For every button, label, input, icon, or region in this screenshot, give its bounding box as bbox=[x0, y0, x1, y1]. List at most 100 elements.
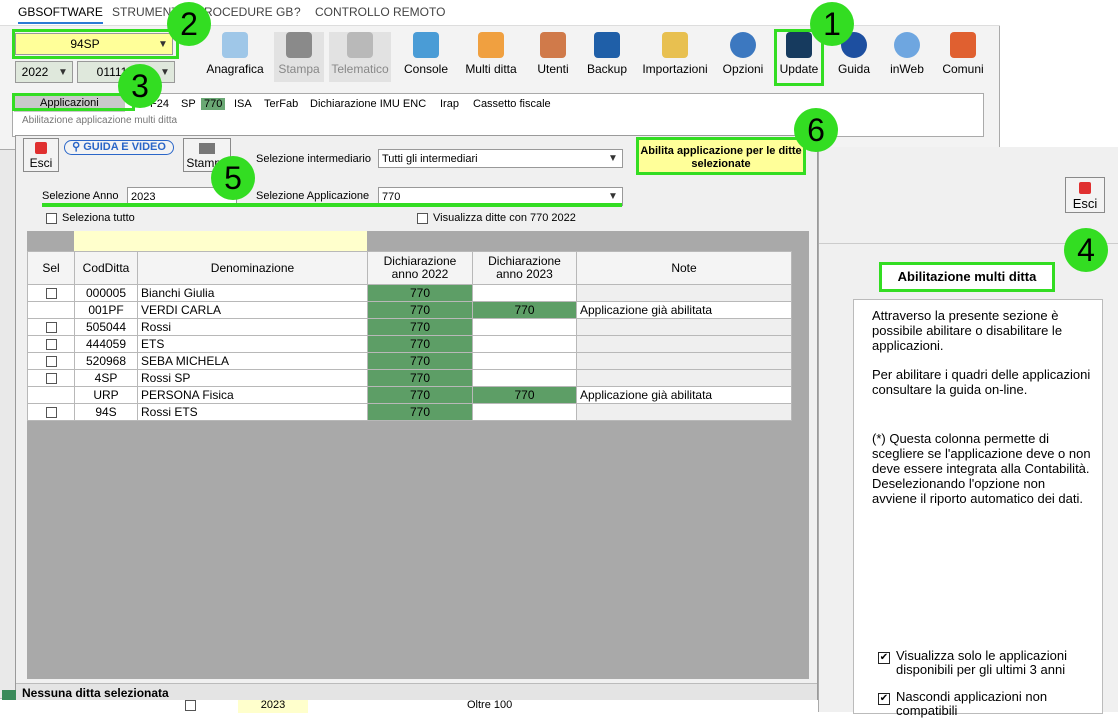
row-name: SEBA MICHELA bbox=[137, 352, 368, 370]
menu-procedure-gb[interactable]: PROCEDURE GB bbox=[196, 5, 293, 19]
toolbar-label: Anagrafica bbox=[206, 62, 264, 76]
tab-cassetto-fiscale[interactable]: Cassetto fiscale bbox=[473, 98, 551, 110]
dialog-exit-button[interactable]: Esci bbox=[23, 138, 59, 172]
toolbar-stampa[interactable]: Stampa bbox=[274, 32, 324, 82]
show-companies-checkbox[interactable] bbox=[417, 213, 428, 224]
col-header-denominazione[interactable]: Denominazione bbox=[137, 251, 368, 285]
table-row[interactable]: URP PERSONA Fisica 770 770 Applicazione già … bbox=[27, 386, 792, 404]
option-label: Nascondi applicazioni non compatibili bbox=[896, 689, 1048, 718]
toolbar-anagrafica[interactable]: Anagrafica bbox=[204, 32, 266, 82]
row-name: ETS bbox=[137, 335, 368, 353]
companies-table: Sel CodDitta Denominazione Dichiarazione… bbox=[27, 251, 792, 421]
row-checkbox[interactable] bbox=[45, 356, 57, 368]
table-row[interactable]: 444059 ETS 770 bbox=[27, 335, 792, 353]
toolbar-backup[interactable]: Backup bbox=[584, 32, 630, 82]
tab-isa[interactable]: ISA bbox=[234, 98, 252, 110]
select-all-checkbox[interactable] bbox=[46, 213, 57, 224]
year-select-label: Selezione Anno bbox=[42, 190, 119, 202]
table-row[interactable]: 001PF VERDI CARLA 770 770 Applicazione già a… bbox=[27, 301, 792, 319]
printer-icon bbox=[199, 143, 215, 154]
option-checkbox[interactable]: ✔ bbox=[878, 652, 890, 664]
table-row[interactable]: 94S Rossi ETS 770 bbox=[27, 403, 792, 421]
row-sel-cell[interactable] bbox=[27, 403, 75, 421]
col-header-sel[interactable]: Sel bbox=[27, 251, 75, 285]
backup-icon bbox=[594, 32, 620, 58]
toolbar-console[interactable]: Console bbox=[402, 32, 450, 82]
toolbar-importazioni[interactable]: Importazioni bbox=[639, 32, 711, 82]
bottom-row-year: 2023 bbox=[238, 699, 308, 713]
tab-imu-enc[interactable]: Dichiarazione IMU ENC bbox=[310, 98, 426, 110]
row-checkbox[interactable] bbox=[45, 322, 57, 334]
enable-app-dialog: Esci ⚲ GUIDA E VIDEO Stampa Selezione in… bbox=[15, 135, 818, 700]
col-header-2023[interactable]: Dichiarazione anno 2023 bbox=[472, 251, 577, 285]
toolbar-utenti[interactable]: Utenti bbox=[532, 32, 574, 82]
menu-gbsoftware[interactable]: GBSOFTWARE bbox=[18, 5, 103, 24]
callout-6: 6 bbox=[794, 108, 838, 152]
import-icon bbox=[662, 32, 688, 58]
row-sel-cell[interactable] bbox=[27, 335, 75, 353]
table-header-row: Sel CodDitta Denominazione Dichiarazione… bbox=[27, 251, 792, 285]
option-checkbox[interactable]: ✔ bbox=[878, 693, 890, 705]
group-header-cell bbox=[137, 231, 367, 251]
help-exit-button[interactable]: Esci bbox=[1065, 177, 1105, 213]
row-checkbox[interactable] bbox=[45, 288, 57, 300]
row-sel-cell[interactable] bbox=[27, 352, 75, 370]
col-header-codditta[interactable]: CodDitta bbox=[74, 251, 138, 285]
toolbar-opzioni[interactable]: Opzioni bbox=[720, 32, 766, 82]
toolbar-label: inWeb bbox=[890, 62, 924, 76]
table-row[interactable]: 4SP Rossi SP 770 bbox=[27, 369, 792, 387]
toolbar-label: Opzioni bbox=[722, 62, 764, 76]
tab-sp[interactable]: SP bbox=[181, 98, 196, 110]
row-2023 bbox=[472, 335, 577, 353]
toolbar-label: Utenti bbox=[537, 62, 569, 76]
col-header-2022[interactable]: Dichiarazione anno 2022 bbox=[367, 251, 473, 285]
toolbar-multi-ditta[interactable]: Multi ditta bbox=[461, 32, 521, 82]
select-all-label: Seleziona tutto bbox=[62, 212, 135, 224]
show-companies-label: Visualizza ditte con 770 2022 bbox=[433, 212, 576, 224]
bottom-row-checkbox[interactable] bbox=[185, 700, 196, 711]
group-header-cell bbox=[74, 231, 137, 251]
row-checkbox[interactable] bbox=[45, 373, 57, 385]
help-text-box: Attraverso la presente sezione è possibi… bbox=[853, 299, 1103, 718]
toolbar-telematico[interactable]: Telematico bbox=[329, 32, 391, 82]
tab-terfab[interactable]: TerFab bbox=[264, 98, 298, 110]
row-code: 4SP bbox=[74, 369, 138, 387]
row-code: 520968 bbox=[74, 352, 138, 370]
menu-controllo-remoto[interactable]: CONTROLLO REMOTO bbox=[315, 5, 445, 19]
row-sel-cell[interactable] bbox=[27, 284, 75, 302]
tab-irap[interactable]: Irap bbox=[440, 98, 459, 110]
row-sel-cell[interactable] bbox=[27, 318, 75, 336]
year-select-value: 2022 bbox=[21, 65, 49, 79]
menu-help[interactable]: ? bbox=[294, 5, 301, 19]
row-checkbox[interactable] bbox=[45, 407, 57, 419]
row-name: Bianchi Giulia bbox=[137, 284, 368, 302]
toolbar-label: Backup bbox=[586, 62, 628, 76]
enable-app-button[interactable]: Abilita applicazione per le ditte selezi… bbox=[636, 137, 806, 175]
table-row[interactable]: 505044 Rossi 770 bbox=[27, 318, 792, 336]
toolbar-inweb[interactable]: inWeb bbox=[886, 32, 928, 82]
table-row[interactable]: 000005 Bianchi Giulia 770 bbox=[27, 284, 792, 302]
row-2023: 770 bbox=[472, 301, 577, 319]
col-header-note[interactable]: Note bbox=[576, 251, 792, 285]
row-checkbox[interactable] bbox=[45, 339, 57, 351]
window-caption: Abilitazione applicazione multi ditta bbox=[22, 115, 178, 126]
row-sel-cell[interactable] bbox=[27, 301, 75, 319]
toolbar-label: Guida bbox=[837, 62, 871, 76]
guide-video-button[interactable]: ⚲ GUIDA E VIDEO bbox=[64, 140, 174, 155]
row-note bbox=[576, 369, 792, 387]
toolbar-comuni[interactable]: Comuni bbox=[938, 32, 988, 82]
grid-group-header bbox=[27, 231, 791, 251]
row-sel-cell[interactable] bbox=[27, 386, 75, 404]
intermediary-value: Tutti gli intermediari bbox=[382, 152, 478, 165]
toolbar-label: Console bbox=[403, 62, 449, 76]
row-sel-cell[interactable] bbox=[27, 369, 75, 387]
intermediary-select[interactable]: Tutti gli intermediari ▼ bbox=[378, 149, 623, 168]
row-name: VERDI CARLA bbox=[137, 301, 368, 319]
row-2022: 770 bbox=[367, 318, 473, 336]
bottom-grid-row: 2023 Oltre 100 bbox=[0, 698, 840, 713]
tab-770[interactable]: 770 bbox=[201, 98, 226, 110]
highlight-company-select bbox=[12, 29, 179, 59]
table-row[interactable]: 520968 SEBA MICHELA 770 bbox=[27, 352, 792, 370]
year-select[interactable]: 2022 ▼ bbox=[15, 61, 73, 83]
row-2023 bbox=[472, 369, 577, 387]
